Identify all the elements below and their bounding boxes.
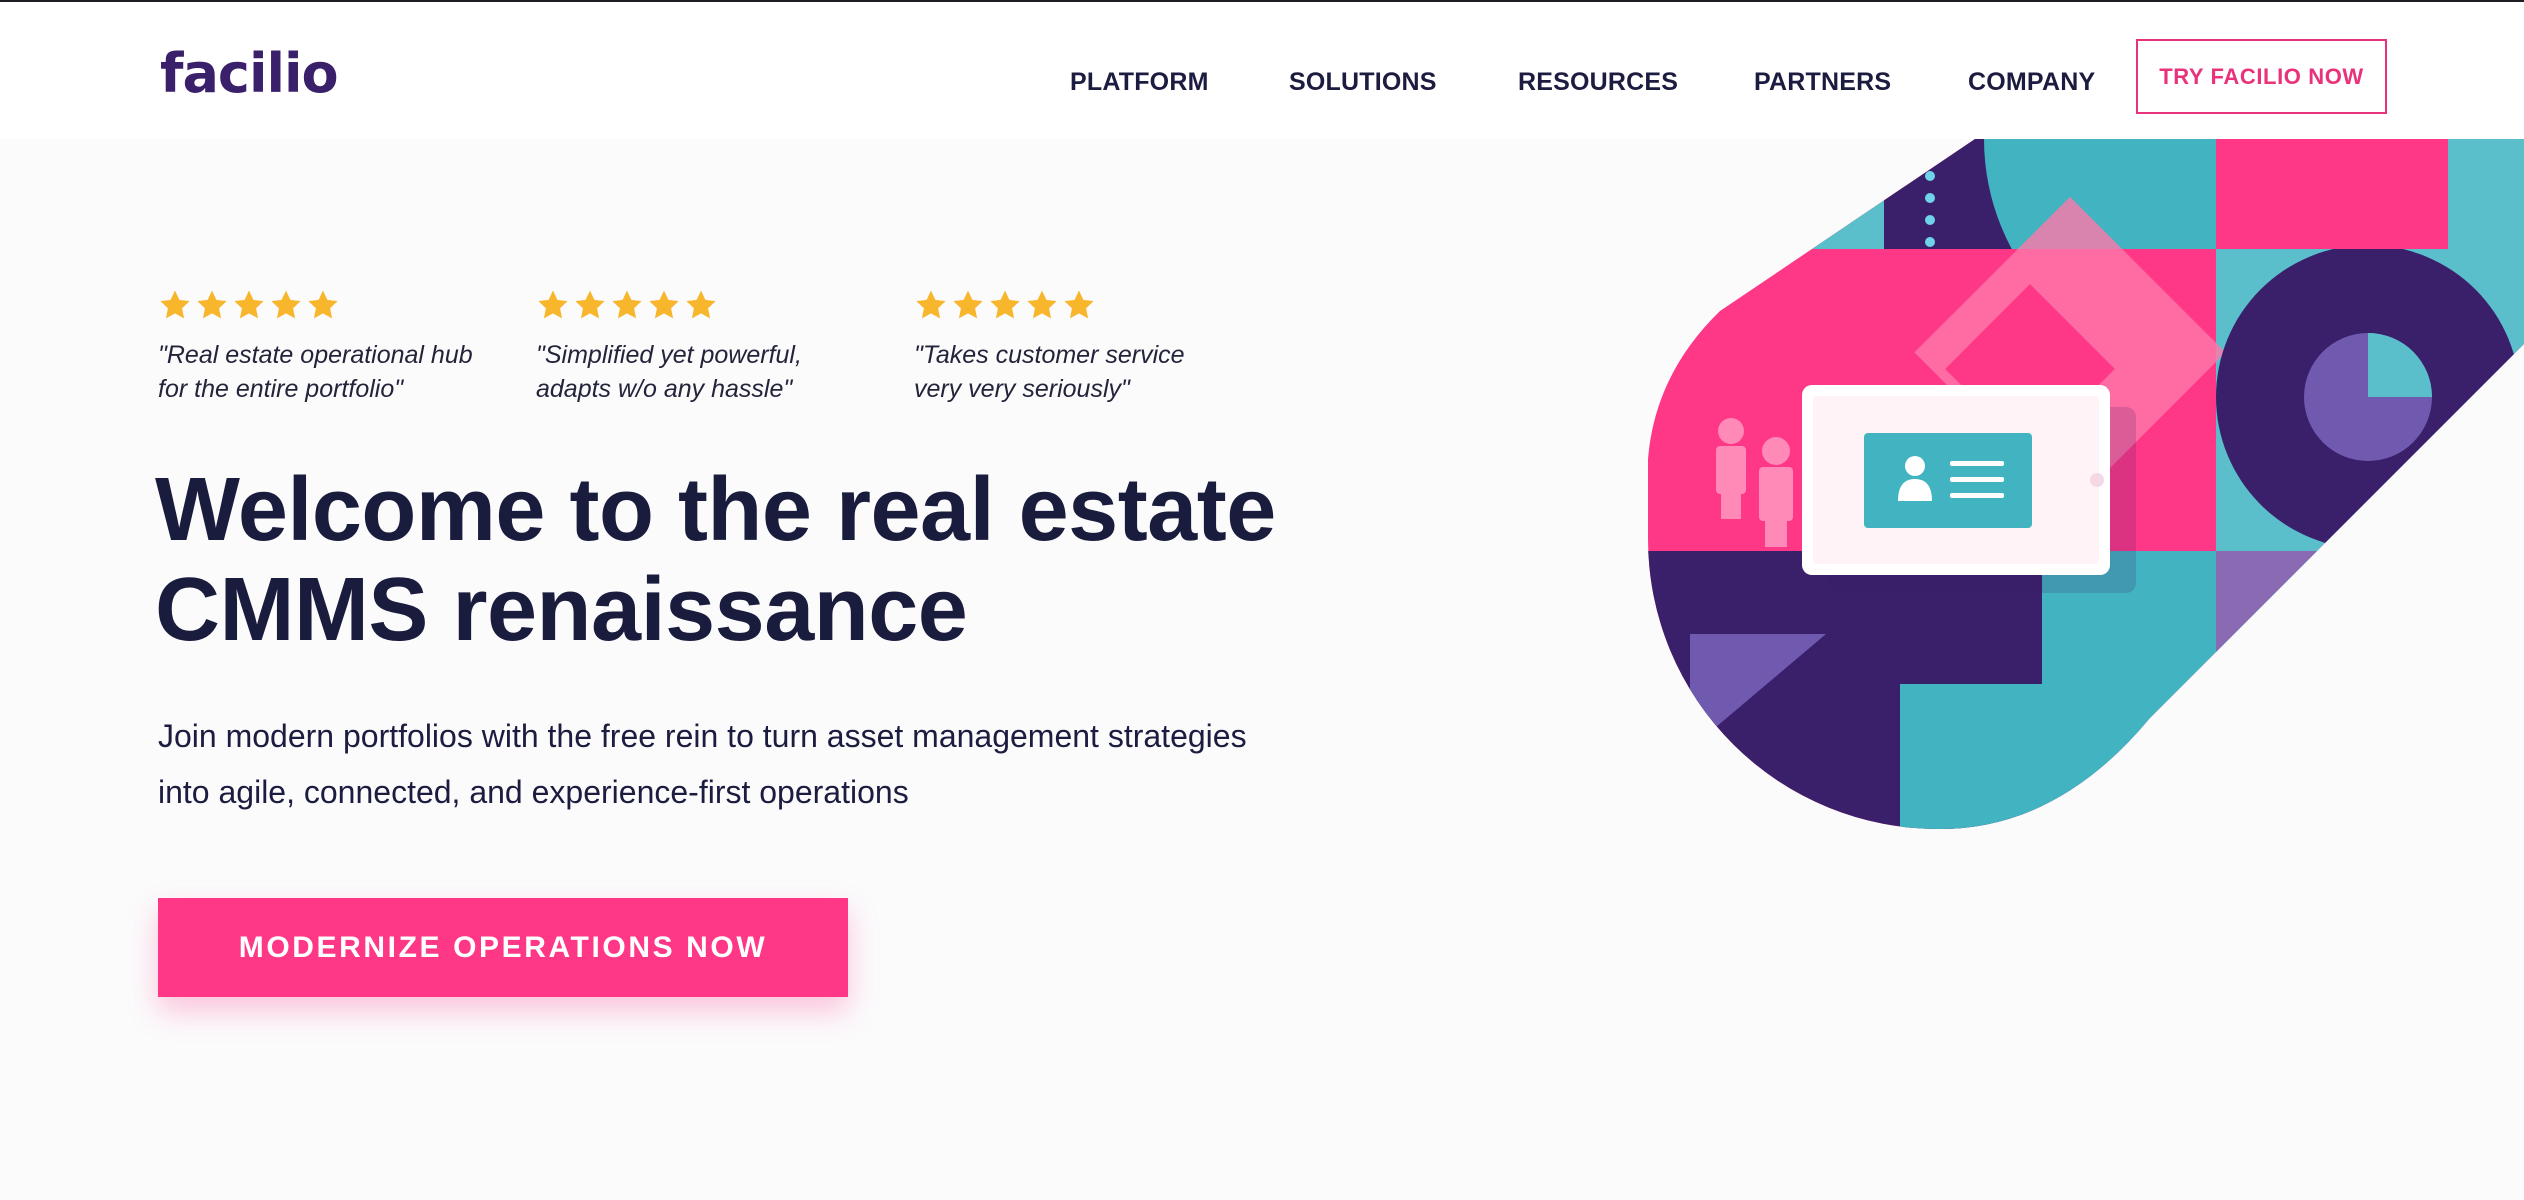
star-icon (953, 290, 983, 319)
hero-subtext-line: into agile, connected, and experience-fi… (158, 774, 909, 810)
hero-subtext: Join modern portfolios with the free rei… (158, 708, 1498, 820)
hero-headline-line: CMMS renaissance (155, 560, 968, 660)
building-ops-illustration (1648, 139, 2524, 830)
star-icon (990, 290, 1020, 319)
review-quote-line: adapts w/o any hassle" (536, 375, 793, 403)
star-icon (234, 290, 264, 319)
nav-company[interactable]: COMPANY (1968, 68, 2095, 97)
star-icon (1064, 290, 1094, 319)
hero-headline-line: Welcome to the real estate (155, 460, 1276, 560)
review-card: "Real estate operational hub for the ent… (158, 288, 498, 406)
nav-resources[interactable]: RESOURCES (1518, 68, 1678, 97)
nav-platform[interactable]: PLATFORM (1070, 68, 1209, 97)
review-quote: "Real estate operational hub for the ent… (158, 338, 498, 406)
star-icon (308, 290, 338, 319)
review-quote: "Takes customer service very very seriou… (914, 338, 1254, 406)
modernize-operations-button[interactable]: MODERNIZE OPERATIONS NOW (158, 898, 848, 997)
review-card: "Simplified yet powerful, adapts w/o any… (536, 288, 876, 406)
nav-solutions[interactable]: SOLUTIONS (1289, 68, 1437, 97)
star-icon (271, 290, 301, 319)
star-icon (916, 290, 946, 319)
review-quote-line: "Real estate operational hub (158, 341, 473, 369)
star-rating (158, 288, 498, 324)
review-quote-line: "Simplified yet powerful, (536, 341, 802, 369)
facilio-logo[interactable]: facilio (160, 42, 339, 105)
review-quote-line: "Takes customer service (914, 341, 1185, 369)
logo-text: facilio (160, 42, 339, 105)
hero-headline: Welcome to the real estate CMMS renaissa… (155, 460, 1455, 660)
star-icon (612, 290, 642, 319)
star-rating (536, 288, 876, 324)
star-icon (649, 290, 679, 319)
star-icon (538, 290, 568, 319)
star-icon (160, 290, 190, 319)
star-icon (197, 290, 227, 319)
review-quote: "Simplified yet powerful, adapts w/o any… (536, 338, 876, 406)
nav-partners[interactable]: PARTNERS (1754, 68, 1891, 97)
try-facilio-button[interactable]: TRY FACILIO NOW (2136, 39, 2387, 114)
review-quote-line: for the entire portfolio" (158, 375, 404, 403)
star-rating (914, 288, 1254, 324)
star-icon (575, 290, 605, 319)
hero-subtext-line: Join modern portfolios with the free rei… (158, 718, 1247, 754)
review-card: "Takes customer service very very seriou… (914, 288, 1254, 406)
site-header: facilio PLATFORM SOLUTIONS RESOURCES PAR… (0, 2, 2524, 139)
star-icon (686, 290, 716, 319)
review-quote-line: very very seriously" (914, 375, 1130, 403)
star-icon (1027, 290, 1057, 319)
